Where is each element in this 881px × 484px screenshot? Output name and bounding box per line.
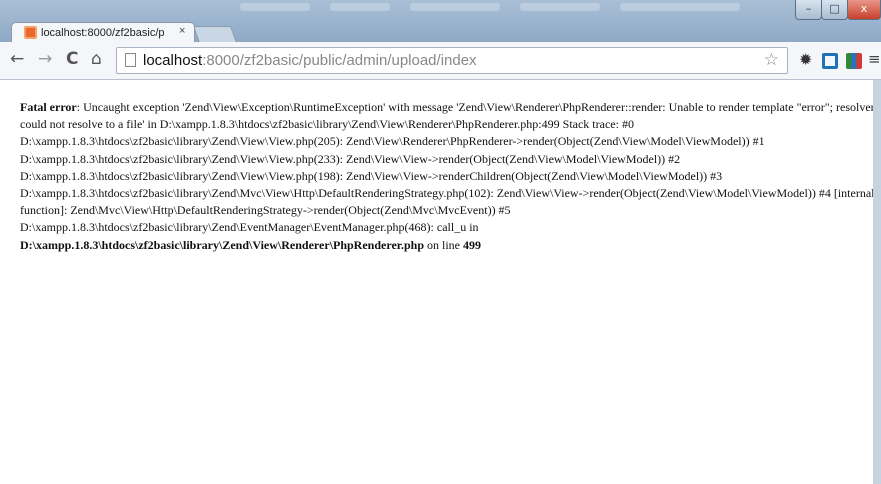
error-line-number: 499 (463, 237, 482, 252)
error-body: : Uncaught exception 'Zend\View\Exceptio… (20, 100, 875, 235)
minimize-button[interactable]: – (795, 0, 822, 20)
address-bar[interactable]: localhost:8000/zf2basic/public/admin/upl… (116, 47, 788, 74)
back-arrow-icon[interactable]: ← (10, 49, 24, 69)
page-icon (125, 53, 136, 67)
blurred-taskbar-text (520, 3, 600, 11)
page-content: Fatal error: Uncaught exception 'Zend\Vi… (0, 80, 875, 484)
url-text: localhost:8000/zf2basic/public/admin/upl… (143, 52, 477, 69)
site-favicon-icon (24, 26, 37, 39)
window-frame-right (873, 80, 881, 484)
bookmark-star-icon[interactable]: ☆ (764, 50, 779, 70)
error-file: D:\xampp.1.8.3\htdocs\zf2basic\library\Z… (20, 237, 425, 252)
error-on-line: on line (424, 237, 464, 252)
chrome-menu-icon[interactable]: ≡ (868, 50, 881, 68)
tab-close-icon[interactable]: × (179, 25, 185, 37)
error-heading: Fatal error (20, 100, 77, 114)
window-titlebar: – □ x localhost:8000/zf2basic/p × (0, 0, 881, 43)
close-window-button[interactable]: x (847, 0, 881, 20)
forward-arrow-icon[interactable]: → (38, 49, 52, 69)
fatal-error-message: Fatal error: Uncaught exception 'Zend\Vi… (20, 99, 878, 254)
home-icon[interactable]: ⌂ (91, 49, 102, 69)
reload-icon[interactable]: C (66, 49, 78, 69)
new-tab-button[interactable] (192, 26, 238, 43)
blurred-taskbar-text (410, 3, 500, 11)
browser-tab[interactable]: localhost:8000/zf2basic/p × (11, 22, 195, 43)
settings-gear-icon[interactable]: ✹ (799, 50, 815, 69)
extension-icon[interactable] (846, 53, 862, 69)
tab-title: localhost:8000/zf2basic/p (41, 27, 165, 39)
maximize-button[interactable]: □ (821, 0, 848, 20)
blurred-taskbar-text (330, 3, 390, 11)
blurred-taskbar-text (240, 3, 310, 11)
extension-s-icon[interactable] (822, 53, 838, 69)
blurred-taskbar-text (620, 3, 740, 11)
browser-toolbar: ← → C ⌂ localhost:8000/zf2basic/public/a… (0, 42, 881, 80)
